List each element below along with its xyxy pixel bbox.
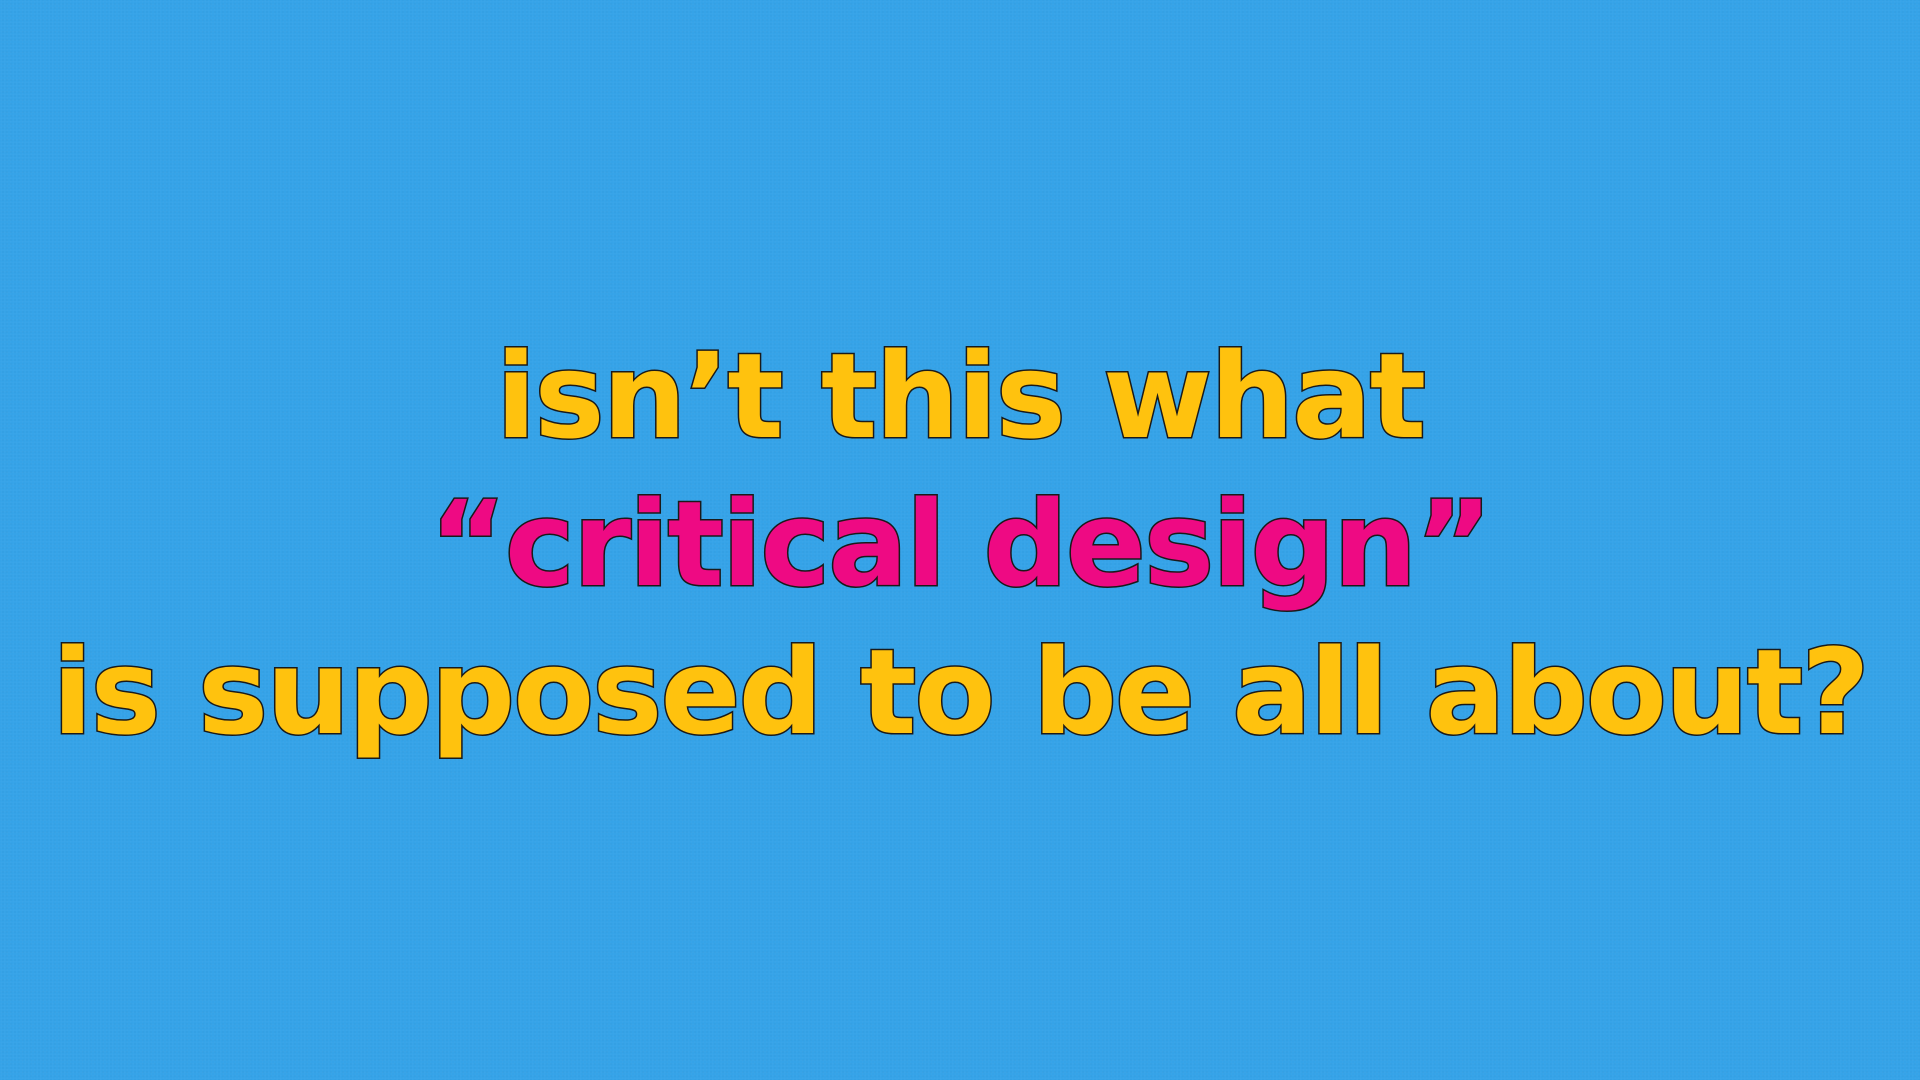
headline-line-1: isn’t this what xyxy=(494,326,1427,467)
headline-line-2-highlight: “critical design” xyxy=(428,474,1494,615)
slide-text-block: isn’t this what “critical design” is sup… xyxy=(0,0,1920,1080)
headline-line-3: is supposed to be all about? xyxy=(51,622,1872,763)
